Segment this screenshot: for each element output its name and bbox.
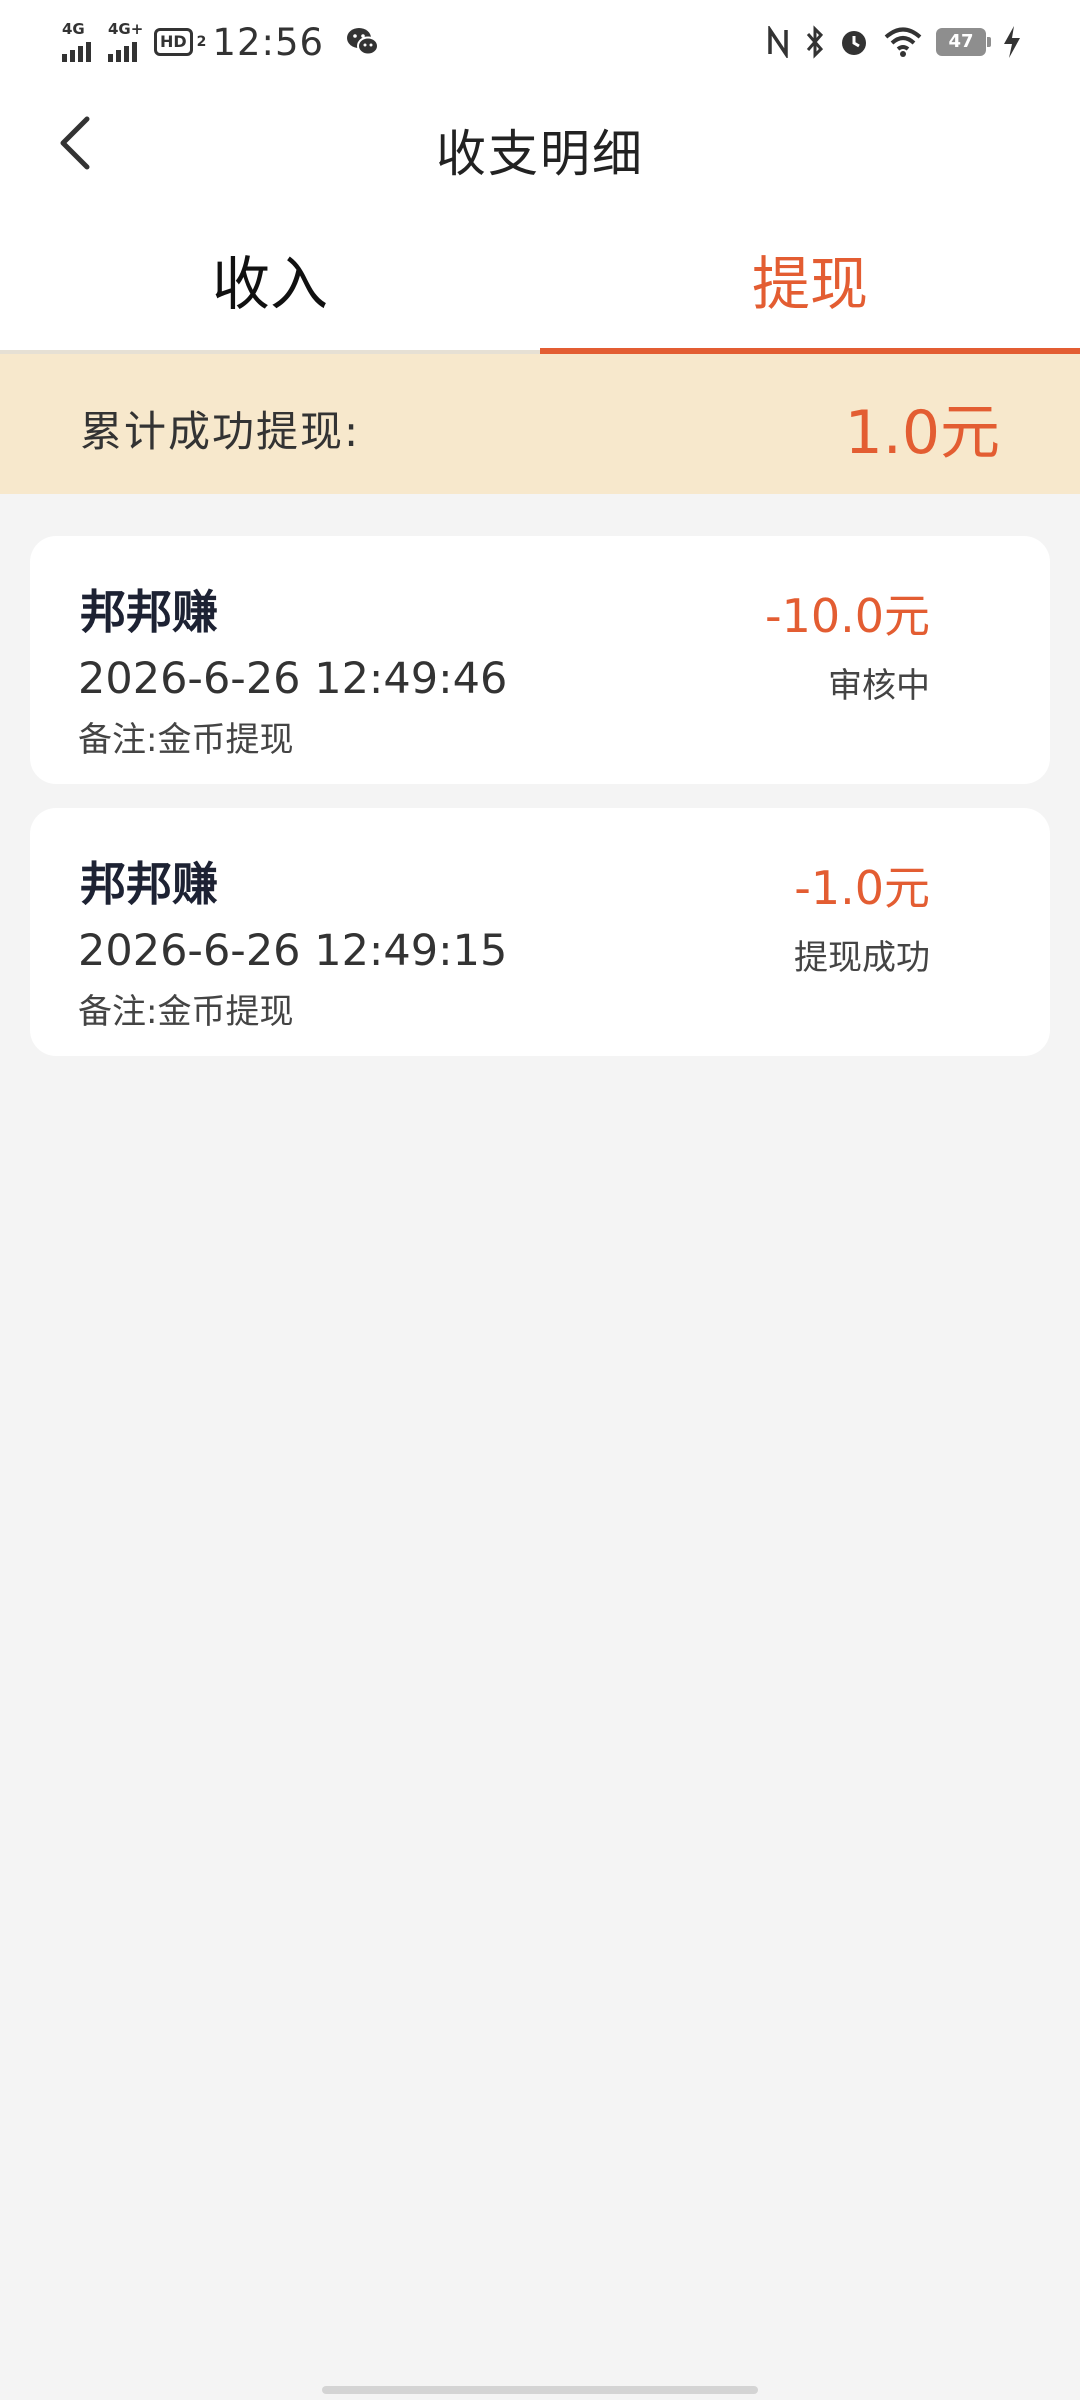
record-status: 审核中 [828, 666, 930, 706]
summary-value: 1.0元 [844, 398, 1000, 468]
tab-withdraw-label: 提现 [751, 250, 868, 318]
status-time: 12:56 [212, 20, 325, 64]
charging-icon [1004, 26, 1020, 58]
record-time: 2026-6-26 12:49:46 [78, 654, 508, 704]
record-note: 备注:金币提现 [78, 992, 294, 1032]
withdraw-summary: 累计成功提现: 1.0元 [0, 354, 1080, 494]
record-amount: -10.0元 [764, 589, 930, 643]
list-item[interactable]: 邦邦赚 2026-6-26 12:49:15 备注:金币提现 -1.0元 提现成… [30, 808, 1050, 1056]
status-bar: 4G 4G+ HD 2 12:56 47 [0, 0, 1080, 84]
home-indicator[interactable] [322, 2386, 758, 2394]
status-bar-left: 4G 4G+ HD 2 12:56 [62, 18, 380, 66]
withdraw-record-list: 邦邦赚 2026-6-26 12:49:46 备注:金币提现 -10.0元 审核… [30, 536, 1050, 1080]
signal-bars-icon [62, 42, 94, 62]
summary-label: 累计成功提现: [80, 407, 361, 456]
hd-voice-sub: 2 [196, 34, 207, 50]
record-note: 备注:金币提现 [78, 720, 294, 760]
record-amount: -1.0元 [794, 861, 930, 915]
page-title: 收支明细 [436, 125, 644, 183]
signal-1-label: 4G [62, 20, 85, 38]
app-header: 收支明细 [0, 84, 1080, 214]
status-bar-right: 47 [766, 20, 1022, 64]
tab-income-label: 收入 [211, 250, 328, 318]
signal-2-label: 4G+ [108, 20, 144, 38]
tab-income[interactable]: 收入 [0, 214, 540, 354]
bluetooth-icon [806, 25, 824, 59]
wechat-icon [347, 28, 380, 56]
hd-voice-icon: HD [154, 28, 193, 56]
record-name: 邦邦赚 [80, 857, 218, 911]
tab-withdraw[interactable]: 提现 [540, 214, 1080, 354]
record-time: 2026-6-26 12:49:15 [78, 926, 508, 976]
battery-icon: 47 [936, 28, 991, 56]
signal-strength-1: 4G [62, 20, 94, 62]
wifi-icon [884, 27, 922, 57]
alarm-icon [842, 31, 866, 55]
nfc-icon [768, 26, 788, 58]
tab-bar: 收入 提现 [0, 214, 1080, 354]
signal-bars-icon [108, 42, 140, 62]
list-item[interactable]: 邦邦赚 2026-6-26 12:49:46 备注:金币提现 -10.0元 审核… [30, 536, 1050, 784]
record-name: 邦邦赚 [80, 585, 218, 639]
record-status: 提现成功 [794, 938, 930, 978]
signal-strength-2: 4G+ [108, 20, 144, 62]
